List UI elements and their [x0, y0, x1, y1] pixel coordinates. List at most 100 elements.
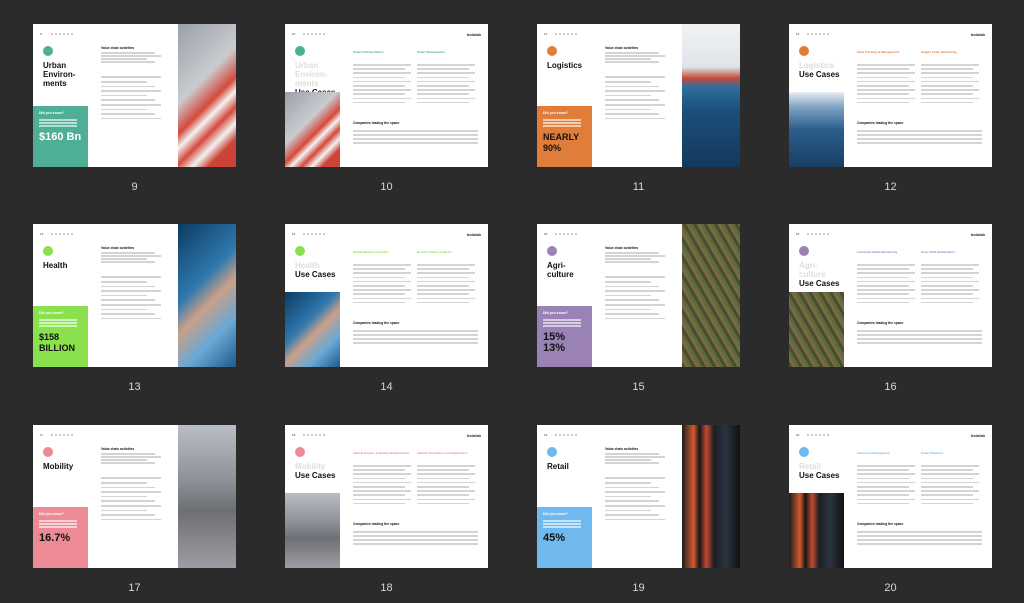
body-text-line	[605, 491, 665, 493]
body-text-line	[605, 108, 651, 111]
page-number-label: 11	[632, 181, 645, 193]
body-text-line	[857, 481, 915, 484]
title-line: Urban	[295, 61, 319, 70]
body-text-line	[353, 338, 478, 340]
body-text-line	[857, 330, 982, 332]
stat-text-line	[543, 322, 581, 324]
body-text-line	[353, 486, 405, 488]
page-thumbnail-10[interactable]: 10hololabUrbanEnviron-mentsUse CasesSmar…	[285, 24, 488, 193]
page-thumbnail-13[interactable]: 13 Health Value chain activities Did you kn…	[33, 224, 236, 393]
body-text-line	[101, 308, 147, 311]
body-text-line	[921, 85, 973, 87]
body-text-line	[605, 285, 659, 288]
body-text-line	[921, 272, 979, 274]
page-thumbnail-17[interactable]: 17 Mobility Value chain activities Did you …	[33, 425, 236, 594]
companies-heading: Companies leading the space	[857, 522, 904, 526]
page-header-number: 11	[544, 32, 548, 36]
section-circle-icon	[295, 447, 305, 457]
page-thumbnail-16[interactable]: 16 hololab Agri-culture Use Cases Livestock …	[789, 224, 992, 393]
body-text-line	[857, 543, 982, 545]
body-text-line	[417, 85, 469, 87]
body-text-line	[353, 469, 405, 471]
body-text-line	[417, 486, 469, 488]
value-chain-heading: Value chain activities	[101, 447, 135, 451]
page-header-number: 15	[544, 232, 548, 236]
use-case-heading: Smart Parking Meters	[353, 50, 384, 54]
body-text-line	[605, 518, 665, 521]
body-text-line	[857, 334, 982, 336]
companies-heading: Companies leading the space	[353, 121, 400, 125]
body-text-line	[921, 502, 973, 505]
body-text-line	[353, 342, 478, 344]
body-text-line	[417, 481, 475, 484]
stat-text-line	[39, 119, 77, 121]
body-text-line	[353, 93, 405, 95]
body-text-line	[417, 465, 475, 467]
body-text-line	[101, 85, 155, 88]
progress-dots	[807, 33, 829, 35]
page-thumbnail-18[interactable]: 18 hololab Mobility Use Cases Vehicle Repair…	[285, 425, 488, 594]
body-text-line	[417, 297, 475, 300]
body-text-line	[101, 117, 161, 120]
body-text-line	[857, 89, 915, 91]
body-text-line	[857, 80, 915, 83]
body-text-line	[353, 130, 478, 132]
progress-dots	[51, 233, 73, 235]
page-number-label: 16	[884, 381, 897, 393]
body-text-line	[605, 104, 665, 106]
body-text-line	[921, 477, 973, 480]
body-text-line	[605, 486, 659, 489]
body-text-line	[417, 101, 469, 104]
page-thumbnail-19[interactable]: 19 Retail Value chain activities Did you kn…	[537, 425, 740, 594]
stat-text-line	[39, 520, 77, 522]
stat-text-line	[543, 526, 581, 528]
progress-dots	[51, 33, 73, 35]
body-text-line	[353, 473, 411, 475]
body-text-line	[101, 482, 147, 484]
page-number-label: 19	[632, 582, 645, 594]
companies-heading: Companies leading the space	[857, 121, 904, 125]
title-line: Environ-	[295, 70, 328, 79]
body-text-line	[605, 317, 665, 320]
stat-text-line	[543, 523, 581, 525]
body-text-line	[921, 494, 973, 496]
did-you-know-box: Did you know? 16.7%	[33, 507, 88, 568]
page-thumbnail-15[interactable]: 15 Agri-culture Value chain activities Did …	[537, 224, 740, 393]
page-thumbnail-20[interactable]: 20 hololab Retail Use Cases Inventory Manage…	[789, 425, 992, 594]
page-header-number: 14	[292, 232, 296, 236]
title-line: culture	[799, 270, 826, 279]
page-thumbnail-11[interactable]: 11 Logistics Value chain activities Did you…	[537, 24, 740, 193]
page-thumbnail-14[interactable]: 14 hololab Health Use Cases Digital Medical …	[285, 224, 488, 393]
body-text-line	[921, 264, 979, 266]
page-thumbnail-12[interactable]: 12 hololab Logistics Use Cases Fleet Trackin…	[789, 24, 992, 193]
body-text-line	[353, 330, 478, 332]
body-text-line	[417, 473, 475, 475]
progress-dots	[555, 33, 577, 35]
use-case-heading: Smart Payment	[921, 451, 943, 455]
body-text-line	[921, 490, 979, 492]
stat-text-line	[543, 122, 581, 124]
section-circle-icon	[799, 246, 809, 256]
did-you-know-label: Did you know?	[543, 311, 568, 315]
section-circle-icon	[547, 246, 557, 256]
key-statistic: $158 BILLION	[39, 332, 75, 353]
body-text-line	[921, 473, 979, 475]
body-text-line	[417, 293, 469, 295]
body-text-line	[417, 289, 475, 291]
body-text-line	[417, 301, 469, 304]
use-cases-title: Use Cases	[799, 70, 840, 79]
body-text-line	[921, 301, 973, 304]
did-you-know-label: Did you know?	[39, 111, 64, 115]
body-text-line	[857, 142, 982, 144]
page-preview: 19 Retail Value chain activities Did you kn…	[537, 425, 740, 568]
page-thumbnail-9[interactable]: 9 Urban Environ-ments Value chain activitie…	[33, 24, 236, 193]
stat-text-line	[39, 526, 77, 528]
body-text-line	[605, 90, 665, 92]
body-text-line	[101, 486, 155, 489]
body-text-line	[857, 268, 909, 270]
section-title-faded: Retail Use Cases	[799, 462, 839, 480]
page-header-number: 9	[40, 32, 42, 36]
body-text-line	[605, 299, 659, 301]
body-text-line	[353, 490, 411, 492]
body-text-line	[605, 462, 659, 464]
